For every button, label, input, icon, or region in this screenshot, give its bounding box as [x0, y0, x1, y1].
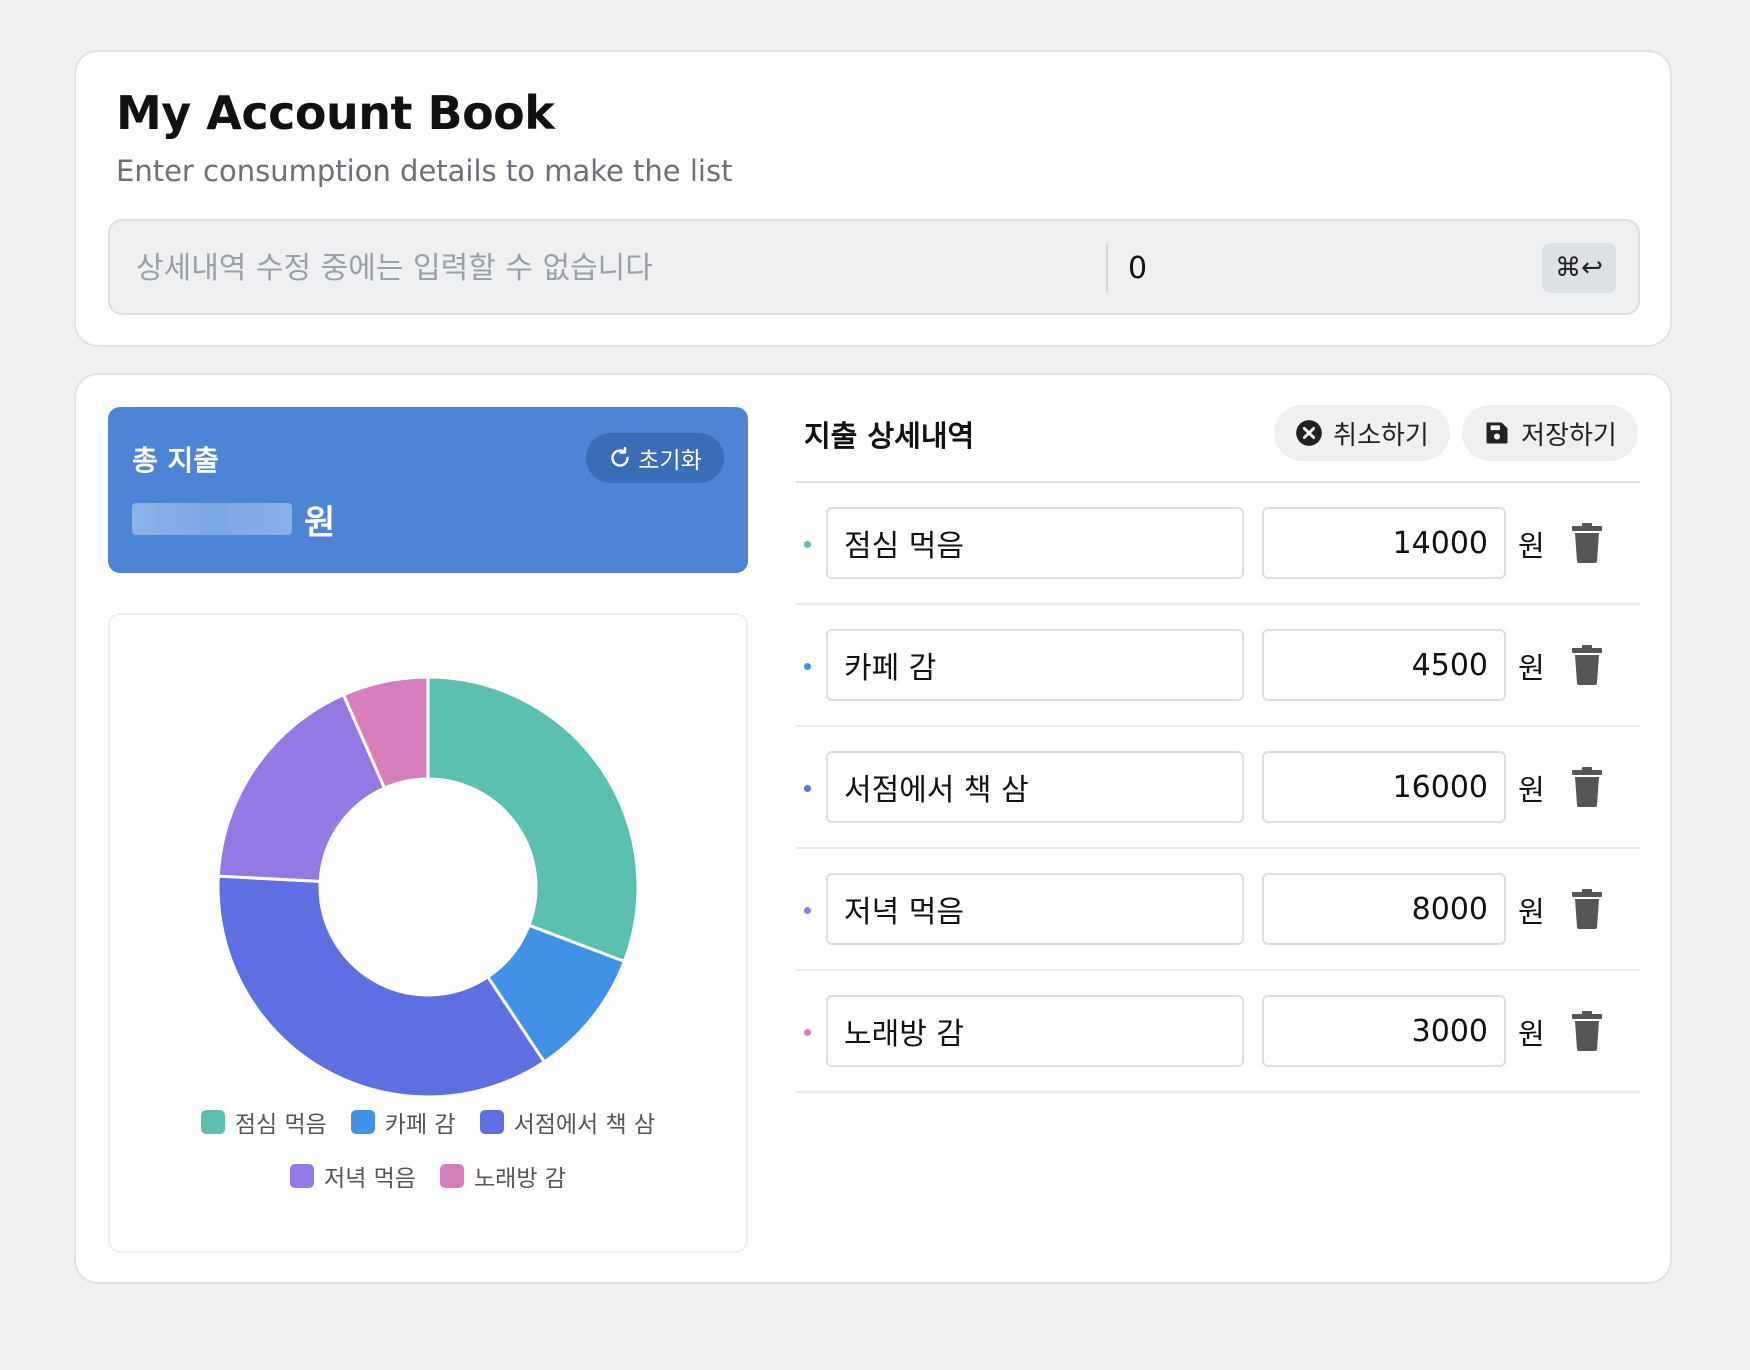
trash-icon — [1572, 1011, 1602, 1051]
trash-icon — [1572, 889, 1602, 929]
expense-list: 원 원 원 원 — [796, 481, 1640, 1093]
expense-row: 원 — [796, 727, 1640, 849]
reset-label: 초기화 — [638, 448, 702, 474]
page-subtitle: Enter consumption details to make the li… — [116, 154, 733, 188]
category-dot — [804, 663, 811, 670]
submit-shortcut-button[interactable]: ⌘↩ — [1542, 243, 1616, 293]
item-unit: 원 — [1518, 895, 1545, 929]
close-circle-icon — [1296, 420, 1322, 446]
legend-item[interactable]: 노래방 감 — [440, 1159, 566, 1193]
expense-chart: 점심 먹음 카페 감 서점에서 책 삼 저녁 먹음 노래방 감 — [108, 613, 748, 1253]
legend-row: 저녁 먹음 노래방 감 — [110, 1159, 746, 1193]
delete-button[interactable] — [1572, 1011, 1602, 1051]
trash-icon — [1572, 523, 1602, 563]
expense-row: 원 — [796, 605, 1640, 727]
legend-item[interactable]: 서점에서 책 삼 — [479, 1105, 656, 1139]
cancel-label: 취소하기 — [1333, 420, 1429, 451]
cancel-button[interactable]: 취소하기 — [1274, 405, 1450, 461]
legend-label: 노래방 감 — [474, 1166, 566, 1192]
category-dot — [804, 785, 811, 792]
entry-bar: ⌘↩ — [108, 219, 1640, 315]
category-dot — [804, 1029, 811, 1036]
legend-swatch — [290, 1164, 315, 1188]
expense-row: 원 — [796, 971, 1640, 1093]
legend-label: 카페 감 — [384, 1112, 456, 1138]
expense-row: 원 — [796, 483, 1640, 605]
item-amount-input[interactable] — [1262, 995, 1506, 1067]
category-dot — [804, 541, 811, 548]
save-icon — [1486, 422, 1508, 444]
save-label: 저장하기 — [1521, 420, 1617, 451]
item-amount-input[interactable] — [1262, 507, 1506, 579]
delete-button[interactable] — [1572, 523, 1602, 563]
item-unit: 원 — [1518, 773, 1545, 807]
total-unit: 원 — [304, 503, 336, 543]
legend-item[interactable]: 저녁 먹음 — [290, 1159, 416, 1193]
expense-row: 원 — [796, 849, 1640, 971]
description-input[interactable] — [136, 245, 1086, 291]
entry-card: My Account Book Enter consumption detail… — [74, 50, 1672, 347]
page-title: My Account Book — [116, 86, 555, 140]
entry-divider — [1106, 243, 1108, 293]
legend-swatch — [479, 1110, 504, 1134]
total-amount-blurred — [132, 503, 292, 535]
details-title: 지출 상세내역 — [804, 419, 975, 453]
legend-label: 서점에서 책 삼 — [513, 1112, 656, 1138]
legend-swatch — [350, 1110, 375, 1134]
delete-button[interactable] — [1572, 645, 1602, 685]
item-description-input[interactable] — [826, 507, 1244, 579]
item-amount-input[interactable] — [1262, 629, 1506, 701]
item-amount-input[interactable] — [1262, 873, 1506, 945]
delete-button[interactable] — [1572, 889, 1602, 929]
item-description-input[interactable] — [826, 629, 1244, 701]
trash-icon — [1572, 645, 1602, 685]
delete-button[interactable] — [1572, 767, 1602, 807]
donut-slice[interactable] — [426, 675, 640, 964]
save-button[interactable]: 저장하기 — [1462, 405, 1638, 461]
reset-button[interactable]: 초기화 — [586, 433, 724, 483]
legend-item[interactable]: 카페 감 — [350, 1105, 456, 1139]
item-description-input[interactable] — [826, 873, 1244, 945]
trash-icon — [1572, 767, 1602, 807]
donut-chart — [216, 675, 640, 1099]
item-description-input[interactable] — [826, 995, 1244, 1067]
item-unit: 원 — [1518, 529, 1545, 563]
item-unit: 원 — [1518, 1017, 1545, 1051]
summary-card: 총 지출 원 초기화 점심 먹음 카페 감 서점에서 책 삼 저녁 먹음 노래방 감 … — [74, 373, 1672, 1284]
category-dot — [804, 907, 811, 914]
legend-swatch — [440, 1164, 464, 1188]
legend-item[interactable]: 점심 먹음 — [200, 1105, 327, 1139]
legend-row: 점심 먹음 카페 감 서점에서 책 삼 — [110, 1105, 746, 1139]
chart-legend: 점심 먹음 카페 감 서점에서 책 삼 저녁 먹음 노래방 감 — [110, 1105, 746, 1213]
legend-swatch — [200, 1110, 225, 1134]
total-label: 총 지출 — [132, 444, 220, 477]
refresh-icon — [611, 446, 629, 467]
item-amount-input[interactable] — [1262, 751, 1506, 823]
total-panel: 총 지출 원 초기화 — [108, 407, 748, 573]
amount-input[interactable] — [1128, 245, 1448, 291]
item-description-input[interactable] — [826, 751, 1244, 823]
donut-slice[interactable] — [216, 874, 547, 1099]
item-unit: 원 — [1518, 651, 1545, 685]
legend-label: 점심 먹음 — [234, 1112, 327, 1138]
legend-label: 저녁 먹음 — [324, 1166, 416, 1192]
